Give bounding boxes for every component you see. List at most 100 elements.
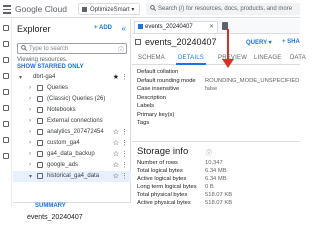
summary-toggle[interactable]: SUMMARY <box>13 202 131 210</box>
storage-list: Number of rows 10,347 Total logical bytes… <box>137 160 300 208</box>
tree-item-label: google_ads <box>47 162 79 168</box>
rail-icon-6[interactable] <box>3 105 9 111</box>
rail-icon-2[interactable] <box>3 41 9 47</box>
chevron-down-icon[interactable]: ▾ <box>29 173 34 180</box>
collapse-panel-icon[interactable]: « <box>122 24 126 33</box>
more-options-icon[interactable]: ⋮ <box>121 150 128 158</box>
star-icon[interactable]: ☆ <box>113 150 119 158</box>
storage-row: Active physical bytes 518.07 KB <box>137 200 300 208</box>
dataset-icon <box>37 173 43 179</box>
tab-events-table[interactable]: events_20240407 ✕ <box>134 21 218 33</box>
hamburger-menu-icon[interactable] <box>2 4 12 14</box>
explorer-search-placeholder: Type to search <box>29 46 69 52</box>
details-list: Default collation Default rounding mode R… <box>137 69 300 129</box>
detail-key: Primary key(s) <box>137 111 175 118</box>
tree-item-ga4-data-backup[interactable]: › ga4_data_backup ☆ ⋮ <box>13 149 131 160</box>
table-subtabs: SCHEMA DETAILS PREVIEW LINEAGE DATA <box>132 53 306 65</box>
project-selector[interactable]: OptimizeSmart ▾ <box>78 3 140 15</box>
tree-item-label: External connections <box>47 118 103 124</box>
storage-key: Total physical bytes <box>137 192 188 198</box>
tree-item-custom-ga4[interactable]: › custom_ga4 ☆ ⋮ <box>13 138 131 149</box>
storage-value: 10,347 <box>205 160 223 166</box>
chevron-right-icon[interactable]: › <box>29 129 34 135</box>
more-options-icon[interactable]: ⋮ <box>121 172 128 180</box>
tree-item-dataset[interactable]: ▾ dbrt-ga4 ★ ⋮ <box>13 72 131 83</box>
star-icon[interactable]: ☆ <box>113 128 119 136</box>
rail-icon-8[interactable] <box>3 137 9 143</box>
tree-item-label: ga4_data_backup <box>47 151 95 157</box>
tab-label: events_20240407 <box>145 24 193 30</box>
tree-item-label: historical_ga4_data <box>47 173 100 179</box>
logo-cloud: Cloud <box>42 4 67 14</box>
query-button[interactable]: QUERY ▾ <box>246 39 272 46</box>
storage-value: 6.34 MB <box>205 168 227 174</box>
chevron-right-icon[interactable]: › <box>29 140 34 146</box>
add-button[interactable]: + ADD <box>94 25 112 31</box>
table-icon <box>135 39 141 45</box>
help-icon[interactable]: ⓘ <box>206 148 212 157</box>
rail-icon-9[interactable] <box>3 153 9 159</box>
storage-row: Long term logical bytes 0 B <box>137 184 300 192</box>
star-icon[interactable]: ☆ <box>113 139 119 147</box>
storage-key: Long term logical bytes <box>137 184 197 190</box>
more-options-icon[interactable]: ⋮ <box>121 139 128 147</box>
viewing-resources-text: Viewing resources. <box>17 57 68 63</box>
chevron-right-icon[interactable]: › <box>29 107 34 113</box>
detail-key: Default rounding mode <box>137 77 196 84</box>
star-icon[interactable]: ☆ <box>113 172 119 180</box>
tree-item-historical-ga4-data[interactable]: ▾ historical_ga4_data ☆ ⋮ <box>13 171 131 182</box>
divider <box>132 141 300 142</box>
tree-item-label: Queries <box>47 85 69 91</box>
search-icon <box>150 5 157 12</box>
more-options-icon[interactable]: ⋮ <box>121 128 128 136</box>
chevron-down-icon[interactable]: ▾ <box>19 74 24 81</box>
tree-item-google-ads[interactable]: › google_ads ☆ ⋮ <box>13 160 131 171</box>
tree-item-events-table[interactable]: events_20240407 <box>13 214 131 221</box>
chevron-right-icon[interactable]: › <box>29 96 34 102</box>
explorer-search-input[interactable]: Type to search <box>17 43 127 54</box>
detail-value: ROUNDING_MODE_UNSPECIFIED <box>205 77 300 84</box>
tab-data[interactable]: DATA <box>290 55 306 61</box>
more-options-icon[interactable]: ⋮ <box>121 73 128 81</box>
table-icon <box>138 24 143 29</box>
tree-item-queries[interactable]: › Queries <box>13 83 131 94</box>
chevron-right-icon[interactable]: › <box>29 162 34 168</box>
close-icon[interactable]: ✕ <box>209 23 214 30</box>
rail-icon-5[interactable] <box>3 89 9 95</box>
star-icon[interactable]: ★ <box>113 73 119 81</box>
more-options-icon[interactable]: ⋮ <box>121 161 128 169</box>
chevron-right-icon[interactable]: › <box>29 151 34 157</box>
left-rail <box>0 19 12 206</box>
rail-icon-1[interactable] <box>3 25 9 31</box>
tab-schema[interactable]: SCHEMA <box>138 55 165 61</box>
tab-lineage[interactable]: LINEAGE <box>254 55 281 61</box>
dataset-icon <box>37 140 43 146</box>
query-label: QUERY <box>246 40 268 46</box>
tree-item-external-connections[interactable]: › External connections <box>13 116 131 127</box>
connection-icon <box>37 118 43 124</box>
share-button[interactable]: + SHA <box>282 39 300 45</box>
rail-icon-3[interactable] <box>3 57 9 63</box>
storage-key: Number of rows <box>137 160 178 166</box>
detail-row: Default collation <box>137 69 300 78</box>
search-input[interactable]: Search (/) for resources, docs, products… <box>146 3 300 15</box>
show-starred-only-link[interactable]: SHOW STARRED ONLY <box>17 64 84 70</box>
rail-icon-7[interactable] <box>3 121 9 127</box>
star-icon[interactable]: ☆ <box>113 161 119 169</box>
detail-key: Labels <box>137 103 155 109</box>
storage-row: Total logical bytes 6.34 MB <box>137 168 300 176</box>
tab-details[interactable]: DETAILS <box>178 55 204 61</box>
chevron-right-icon[interactable]: › <box>29 85 34 91</box>
rail-icon-4[interactable] <box>3 73 9 79</box>
tree-item-classic-queries[interactable]: › (Classic) Queries (26) <box>13 94 131 105</box>
google-cloud-logo[interactable]: Google Cloud <box>15 4 67 14</box>
tree-item-notebooks[interactable]: › Notebooks <box>13 105 131 116</box>
table-header: events_20240407 QUERY ▾ + SHA <box>132 36 300 50</box>
detail-row: Case insensitive false <box>137 86 300 95</box>
tree-item-analytics[interactable]: › analytics_207472454 ☆ ⋮ <box>13 127 131 138</box>
tree-item-label: analytics_207472454 <box>47 129 104 135</box>
chevron-right-icon[interactable]: › <box>29 118 34 124</box>
storage-key: Total logical bytes <box>137 168 183 174</box>
tree-item-label: custom_ga4 <box>47 140 80 146</box>
help-icon[interactable]: ⓘ <box>118 45 124 54</box>
